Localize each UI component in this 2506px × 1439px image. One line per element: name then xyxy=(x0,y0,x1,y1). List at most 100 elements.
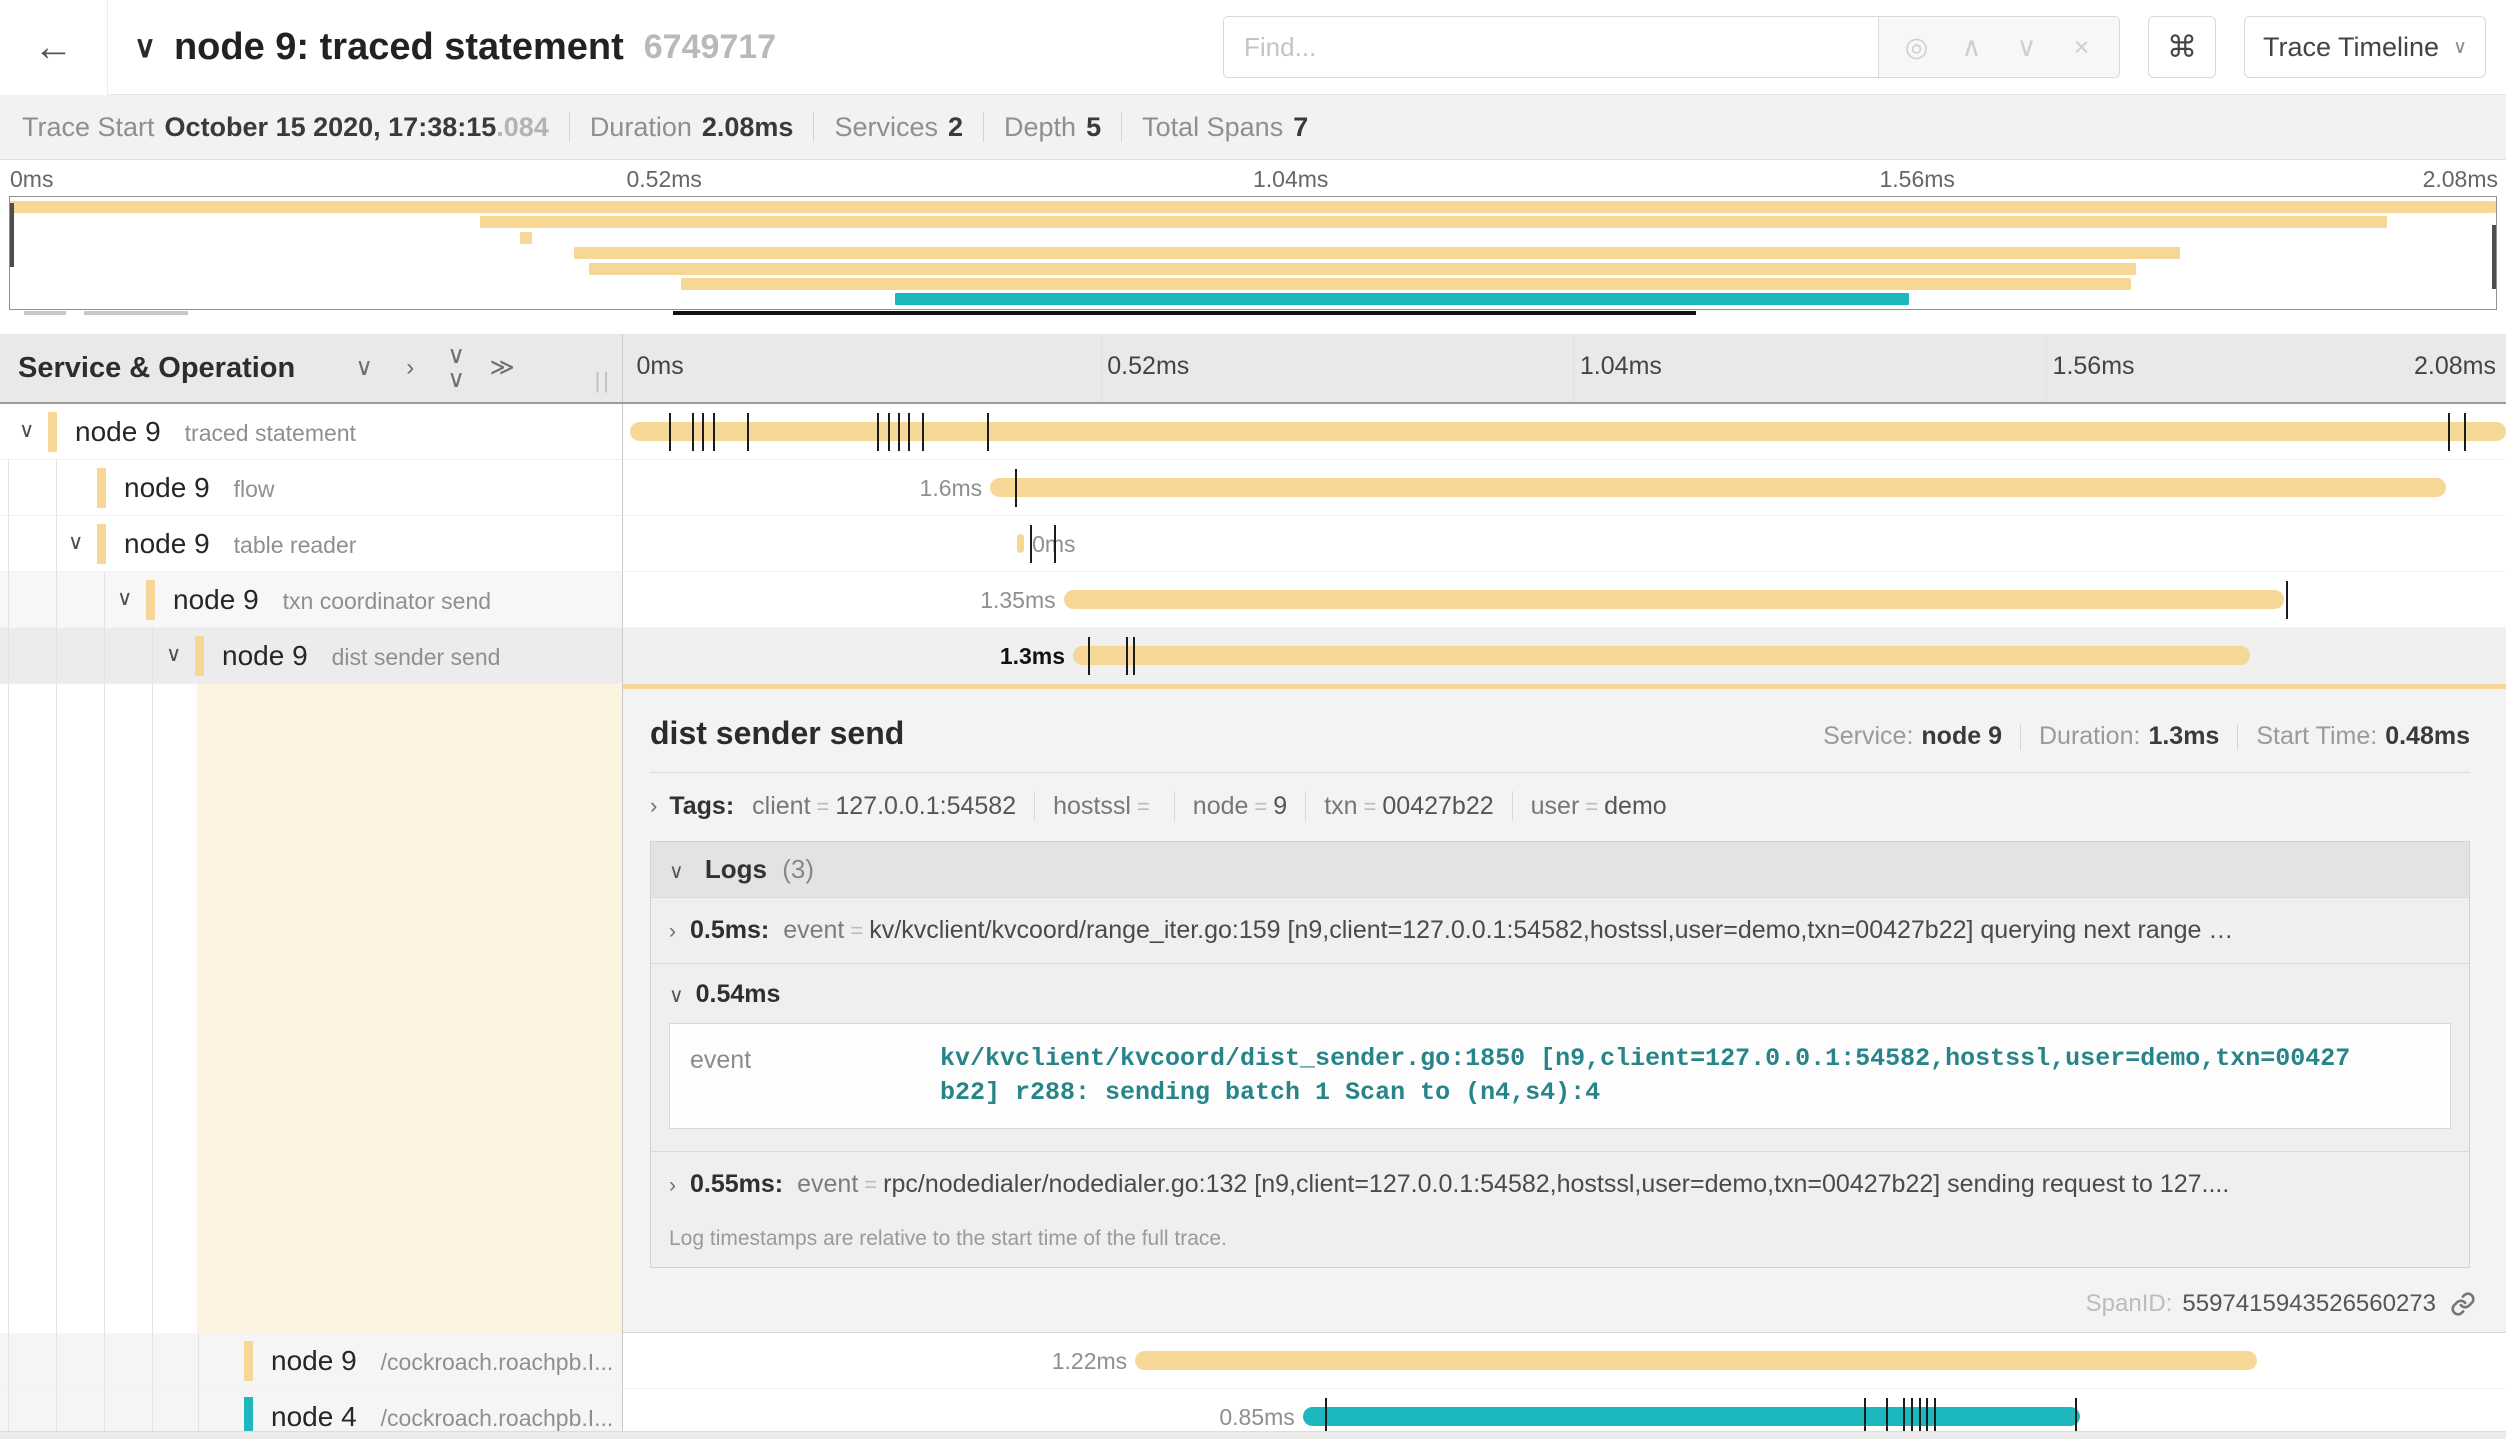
span-bar[interactable] xyxy=(1017,534,1025,553)
tag-key: txn xyxy=(1324,792,1357,820)
meta-label: Duration: xyxy=(2039,722,2140,751)
log-field-key: event xyxy=(783,916,844,944)
log-marker-tick xyxy=(1054,525,1056,563)
column-resizer[interactable]: || xyxy=(595,368,612,394)
equals-sign: = xyxy=(1358,794,1383,819)
minimap-left-scrubber[interactable] xyxy=(10,203,14,267)
log-marker-tick xyxy=(877,413,879,451)
collapse-trace-icon[interactable]: ∨ xyxy=(134,30,156,65)
span-id-row: SpanID: 5597415943526560273 xyxy=(2086,1290,2476,1318)
span-bar-cell[interactable] xyxy=(623,404,2506,460)
span-name-cell[interactable]: node 9flow xyxy=(0,460,623,516)
expand-chevron-icon[interactable]: ∨ xyxy=(166,642,181,667)
summary-label: Depth xyxy=(1004,112,1076,143)
span-row[interactable]: ∨node 9table reader0ms xyxy=(0,516,2506,572)
equals-sign: = xyxy=(811,794,836,819)
separator xyxy=(1512,791,1513,821)
span-bar-cell[interactable]: 1.3ms xyxy=(623,628,2506,684)
log-marker-tick xyxy=(987,413,989,451)
log-timestamp: 0.5ms: xyxy=(690,916,769,944)
expand-all-icon[interactable]: ≫ xyxy=(479,356,525,380)
log-marker-tick xyxy=(1030,525,1032,563)
indent-guide xyxy=(56,460,57,515)
span-name-cell[interactable]: ∨node 9traced statement xyxy=(0,404,623,460)
find-input[interactable] xyxy=(1223,16,1878,78)
tags-label: Tags: xyxy=(669,792,734,821)
span-bar[interactable] xyxy=(1064,590,2284,609)
logs-title: Logs xyxy=(705,854,767,884)
duration-label: 0.85ms xyxy=(1219,1404,1294,1431)
minimap-span-bar xyxy=(589,263,2135,275)
equals-sign: = xyxy=(1131,794,1156,819)
span-row[interactable]: ∨node 9dist sender send1.3ms xyxy=(0,628,2506,684)
span-bar-cell[interactable]: 1.6ms xyxy=(623,460,2506,516)
span-bar[interactable] xyxy=(990,478,2446,497)
indent-guide xyxy=(56,628,57,683)
expand-chevron-icon[interactable]: ∨ xyxy=(117,586,132,611)
link-icon[interactable] xyxy=(2450,1291,2476,1317)
log-marker-tick xyxy=(2464,413,2466,451)
span-row[interactable]: node 9flow 1.6ms xyxy=(0,460,2506,516)
locate-icon[interactable]: ◎ xyxy=(1889,32,1944,63)
log-entry[interactable]: ›0.55ms:event=rpc/nodedialer/nodedialer.… xyxy=(651,1151,2469,1217)
span-row[interactable]: ∨node 9traced statement xyxy=(0,404,2506,460)
indent-guide xyxy=(152,1333,153,1388)
log-field-key: event xyxy=(797,1170,858,1198)
top-bar: ← ∨ node 9: traced statement 6749717 ◎ ∧… xyxy=(0,0,2506,95)
next-match-icon[interactable]: ∨ xyxy=(1999,32,2054,63)
duration-label: 1.6ms xyxy=(920,475,983,502)
tag-item: hostssl= xyxy=(1053,792,1156,821)
summary-value-muted: .084 xyxy=(496,112,549,143)
minimap-scroll-thumb[interactable] xyxy=(673,311,1696,315)
log-entry[interactable]: ›0.5ms:event=kv/kvclient/kvcoord/range_i… xyxy=(651,897,2469,963)
back-button[interactable]: ← xyxy=(0,0,108,95)
expand-chevron-icon[interactable]: ∨ xyxy=(19,418,34,443)
logs-header[interactable]: ∨ Logs (3) xyxy=(651,842,2469,897)
span-bar-cell[interactable]: 0ms xyxy=(623,516,2506,572)
span-bar[interactable] xyxy=(1303,1407,2081,1426)
tag-item: txn=00427b22 xyxy=(1324,792,1493,821)
span-bar[interactable] xyxy=(1073,646,2250,665)
divider xyxy=(650,772,2470,773)
minimap-span-bar xyxy=(895,293,1909,305)
trace-view-selector[interactable]: Trace Timeline ∨ xyxy=(2244,16,2486,78)
span-bar[interactable] xyxy=(630,422,2506,441)
log-marker-tick xyxy=(2448,413,2450,451)
span-bar[interactable] xyxy=(1135,1351,2257,1370)
span-row[interactable]: node 9/cockroach.roachpb.I...1.22ms xyxy=(0,1333,2506,1389)
span-bar-cell[interactable]: 1.22ms xyxy=(623,1333,2506,1389)
span-bar-cell[interactable]: 1.35ms xyxy=(623,572,2506,628)
collapse-deep-icon[interactable]: ∨∨ xyxy=(433,344,479,392)
operation-name: txn coordinator send xyxy=(283,588,491,614)
log-entry-header[interactable]: ∨0.54ms xyxy=(669,980,2451,1009)
log-field-value: kv/kvclient/kvcoord/range_iter.go:159 [n… xyxy=(869,916,2233,944)
span-name-cell[interactable]: node 9/cockroach.roachpb.I... xyxy=(0,1333,623,1389)
expand-one-icon[interactable]: › xyxy=(387,356,433,380)
summary-label: Total Spans xyxy=(1142,112,1283,143)
horizontal-scrollbar-track[interactable] xyxy=(0,1431,2506,1439)
collapse-all-icon[interactable]: ∨ xyxy=(341,356,387,380)
indent-guide xyxy=(56,1333,57,1388)
clear-find-icon[interactable]: × xyxy=(2054,32,2109,63)
minimap-right-scrubber[interactable] xyxy=(2492,225,2496,289)
expand-chevron-icon[interactable]: ∨ xyxy=(68,530,83,555)
minimap-scroll-handle[interactable] xyxy=(24,311,66,315)
minimap-canvas[interactable] xyxy=(9,196,2497,310)
service-color-block xyxy=(195,636,204,676)
prev-match-icon[interactable]: ∧ xyxy=(1944,32,1999,63)
span-name-cell[interactable]: ∨node 9table reader xyxy=(0,516,623,572)
minimap-scroll-handle[interactable] xyxy=(84,311,188,315)
minimap-tick-label: 0.52ms xyxy=(627,166,702,193)
span-row[interactable]: ∨node 9txn coordinator send1.35ms xyxy=(0,572,2506,628)
span-name-cell[interactable]: ∨node 9txn coordinator send xyxy=(0,572,623,628)
tags-row[interactable]: ›Tags:client=127.0.0.1:54582hostssl=node… xyxy=(650,791,2470,821)
log-marker-tick xyxy=(702,413,704,451)
minimap-scrollbar[interactable] xyxy=(9,310,2497,317)
chevron-right-icon: › xyxy=(669,1174,676,1197)
indent-guide xyxy=(198,1333,199,1388)
minimap-span-bar xyxy=(681,278,2130,290)
span-name-cell[interactable]: ∨node 9dist sender send xyxy=(0,628,623,684)
keyboard-shortcuts-button[interactable]: ⌘ xyxy=(2148,16,2216,78)
minimap-tick-label: 1.56ms xyxy=(1880,166,1955,193)
log-marker-tick xyxy=(888,413,890,451)
